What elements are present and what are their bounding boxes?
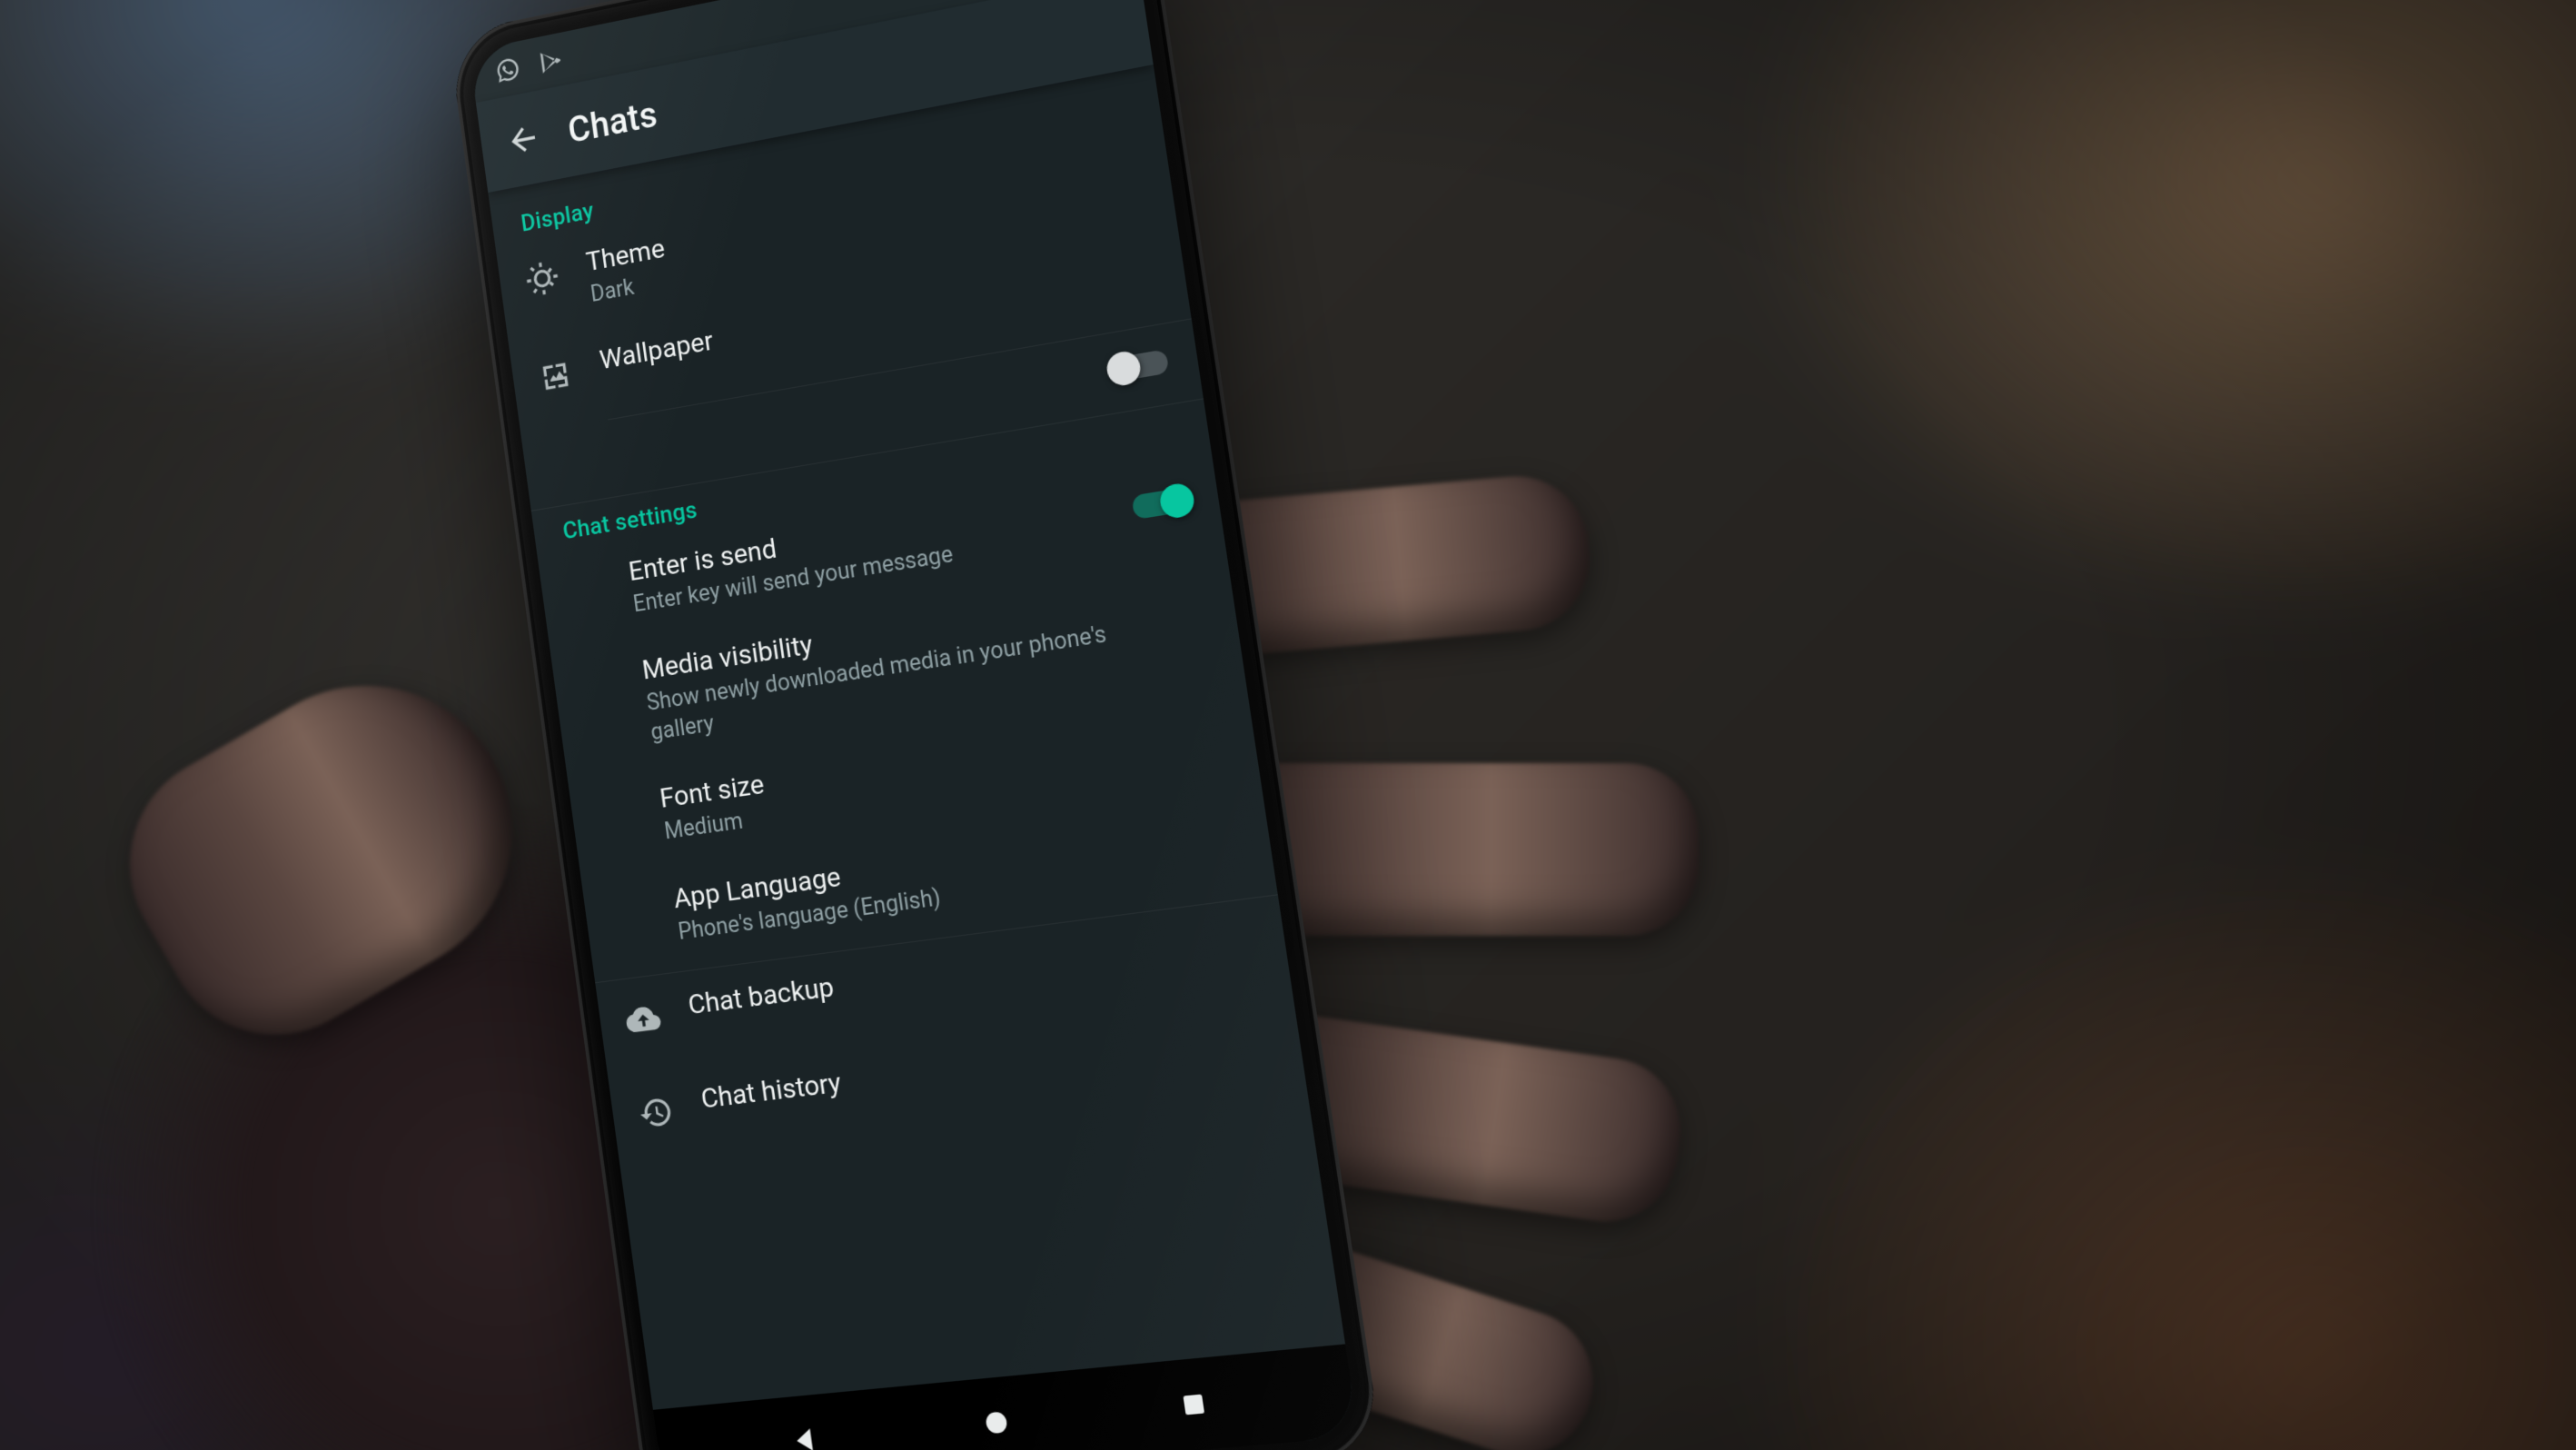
cloud-upload-icon (624, 998, 663, 1042)
photo-stage: Chats Display Theme (0, 0, 2576, 1450)
history-icon (637, 1093, 677, 1137)
play-store-icon (537, 45, 565, 76)
nav-recent-button[interactable] (1133, 1361, 1255, 1447)
page-title: Chats (565, 93, 659, 151)
circle-home-icon (981, 1407, 1012, 1438)
back-button[interactable] (490, 103, 558, 177)
wallpaper-icon (537, 355, 576, 400)
nav-home-button[interactable] (937, 1380, 1056, 1450)
wallpaper-toggle[interactable] (1105, 342, 1176, 390)
triangle-back-icon (787, 1422, 823, 1450)
nav-back-button[interactable] (747, 1398, 862, 1450)
whatsapp-icon (494, 55, 522, 85)
brightness-icon (523, 258, 561, 303)
arrow-left-icon (503, 118, 543, 162)
square-recent-icon (1178, 1389, 1210, 1420)
